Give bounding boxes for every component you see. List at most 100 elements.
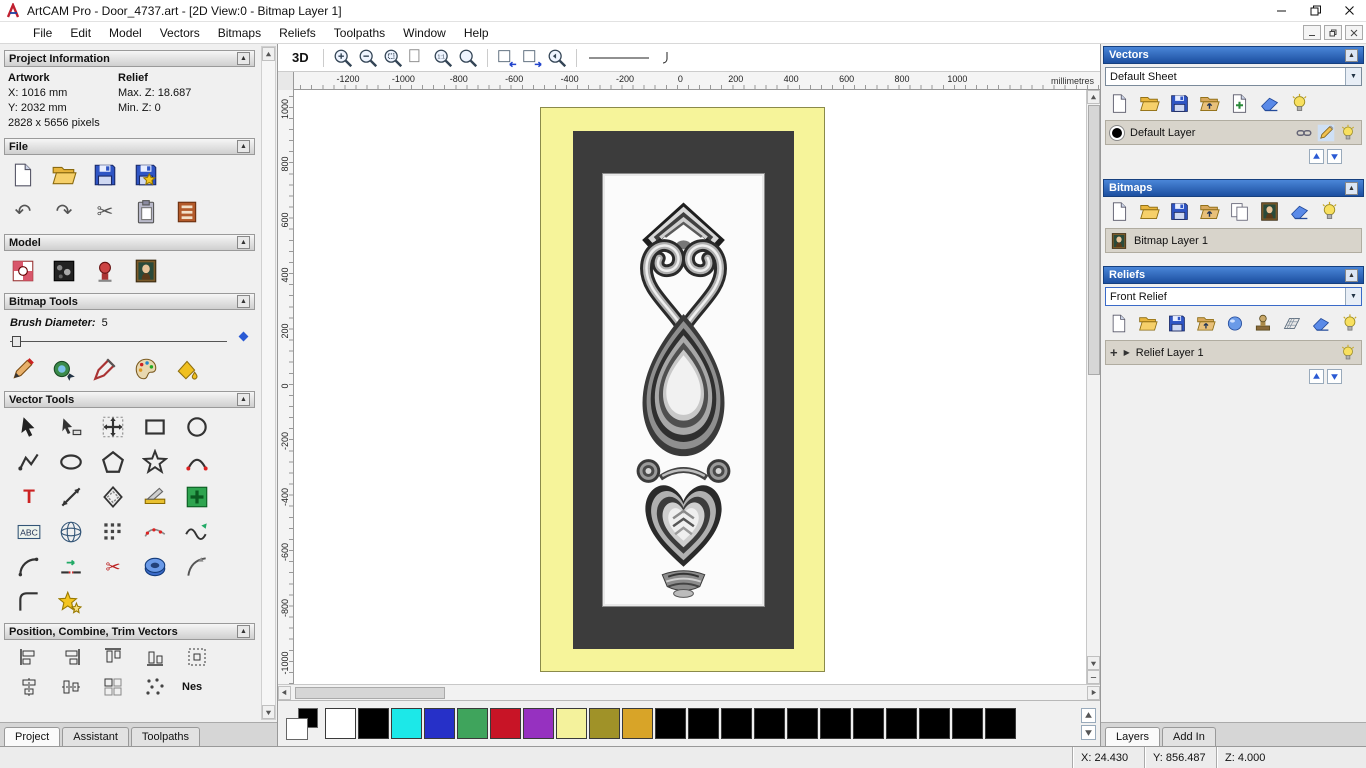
palette-scroll-up-icon[interactable] [1081,707,1096,723]
palette-icon[interactable] [133,356,159,382]
primary-colour-swatch[interactable] [286,717,308,740]
palette-swatch-0[interactable] [325,708,356,739]
palette-swatch-7[interactable] [556,708,587,739]
menu-window[interactable]: Window [394,24,455,42]
zoom-box-icon[interactable] [382,47,404,69]
palette-swatch-16[interactable] [853,708,884,739]
palette-swatch-5[interactable] [490,708,521,739]
extrude-vector-icon[interactable] [142,554,168,580]
menu-help[interactable]: Help [455,24,498,42]
mdi-close-icon[interactable] [1345,25,1363,40]
align-right-icon[interactable] [59,645,83,669]
menu-file[interactable]: File [24,24,61,42]
close-icon[interactable] [1332,0,1366,21]
create-polygon-icon[interactable] [100,449,126,475]
menu-bitmaps[interactable]: Bitmaps [209,24,270,42]
colour-picker-icon[interactable] [92,356,118,382]
join-vectors-icon[interactable] [58,554,84,580]
align-h-center-icon[interactable] [17,675,41,699]
chevron-down-icon[interactable]: ▼ [1345,68,1361,85]
create-star-icon[interactable] [142,449,168,475]
tab-toolpaths[interactable]: Toolpaths [130,727,200,746]
layer-up-icon[interactable] [1309,149,1324,164]
new-file-icon[interactable] [10,162,36,188]
scroll-up-icon[interactable] [262,47,275,61]
create-rectangle-icon[interactable] [142,414,168,440]
collapse-icon[interactable]: ▲ [1345,268,1358,282]
palette-swatch-19[interactable] [952,708,983,739]
palette-swatch-8[interactable] [589,708,620,739]
copy-icon[interactable] [1229,201,1250,222]
smooth-vectors-icon[interactable] [184,519,210,545]
cut-icon[interactable]: ✂ [92,199,118,225]
scroll-up-icon[interactable] [1087,90,1100,104]
edit-icon[interactable] [1317,124,1335,142]
create-polyline-icon[interactable] [16,449,42,475]
mdi-restore-icon[interactable] [1324,25,1342,40]
bitmap-layer-row[interactable]: Bitmap Layer 1 [1105,228,1362,253]
save-file-icon[interactable] [1167,313,1187,334]
paint-selective-icon[interactable] [51,356,77,382]
zoom-page-icon[interactable] [407,47,429,69]
chevron-down-icon[interactable]: ▼ [1345,288,1361,305]
menu-vectors[interactable]: Vectors [151,24,209,42]
open-file-icon[interactable] [1139,93,1160,114]
set-model-size-icon[interactable] [10,258,36,284]
trim-vectors-icon[interactable]: ✂ [100,554,126,580]
measure-icon[interactable] [58,484,84,510]
paste-vector-icon[interactable] [184,484,210,510]
save-file-icon[interactable] [1169,201,1190,222]
scrollbar-thumb[interactable] [1087,105,1100,375]
offset-vector-icon[interactable] [100,484,126,510]
scrollbar-thumb[interactable] [295,686,445,699]
line-style-widget[interactable] [585,49,681,67]
palette-swatch-9[interactable] [622,708,653,739]
eraser-icon[interactable] [1259,93,1280,114]
palette-swatch-1[interactable] [358,708,389,739]
collapse-icon[interactable]: ▲ [1345,48,1358,62]
expand-arrow-icon[interactable]: ▶ [1124,348,1130,357]
collapse-icon[interactable]: ▲ [1345,181,1358,195]
collapse-icon[interactable]: ▲ [237,393,250,406]
layer-up-icon[interactable] [1309,369,1324,384]
collapse-icon[interactable]: ▲ [237,295,250,308]
new-file-icon[interactable] [1109,93,1130,114]
new-file-icon[interactable] [1109,313,1129,334]
block-copy-icon[interactable] [100,519,126,545]
transform-vectors-icon[interactable] [100,414,126,440]
scroll-left-icon[interactable] [278,685,291,700]
menu-reliefs[interactable]: Reliefs [270,24,325,42]
palette-swatch-20[interactable] [985,708,1016,739]
create-arc-3pt-icon[interactable] [16,554,42,580]
tab-assistant[interactable]: Assistant [62,727,129,746]
save-file-icon[interactable] [1169,93,1190,114]
menu-edit[interactable]: Edit [61,24,100,42]
grid3d-icon[interactable] [1282,313,1302,334]
drawing-canvas[interactable] [294,90,1086,684]
bulb-icon[interactable] [1339,124,1357,142]
collapse-icon[interactable]: ▲ [237,140,250,153]
menu-toolpaths[interactable]: Toolpaths [325,24,394,42]
merge-folder-icon[interactable] [1199,201,1220,222]
slice-vector-icon[interactable] [142,484,168,510]
fit-curve-icon[interactable] [142,519,168,545]
undo-icon[interactable]: ↶ [10,199,36,225]
collapse-icon[interactable]: ▲ [237,625,250,638]
align-bottom-icon[interactable] [143,645,167,669]
sphere-icon[interactable] [1225,313,1245,334]
load-bitmap-icon[interactable] [133,258,159,284]
merge-folder-icon[interactable] [1196,313,1216,334]
palette-swatch-10[interactable] [655,708,686,739]
create-ellipse-icon[interactable] [58,449,84,475]
node-editing-icon[interactable] [58,414,84,440]
wrap-vectors-icon[interactable] [58,519,84,545]
mdi-minimize-icon[interactable] [1303,25,1321,40]
view-next-icon[interactable] [521,47,543,69]
spin-vectors-icon[interactable] [58,589,84,615]
collapse-icon[interactable]: ▲ [237,236,250,249]
layer-down-icon[interactable] [1327,149,1342,164]
vector-layer-row[interactable]: Default Layer [1105,120,1362,145]
create-arc-icon[interactable] [184,449,210,475]
select-vectors-icon[interactable] [16,414,42,440]
zoom-back-icon[interactable] [546,47,568,69]
